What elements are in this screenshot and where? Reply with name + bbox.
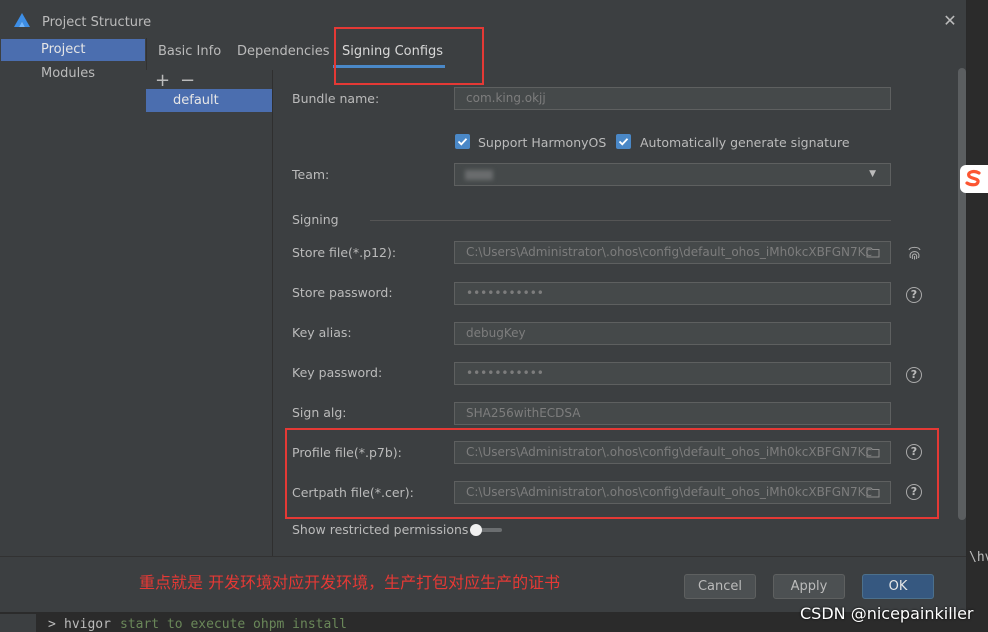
apply-button[interactable]: Apply [773, 574, 845, 599]
restricted-permissions-label: Show restricted permissions [292, 522, 469, 537]
sign-alg-label: Sign alg: [292, 405, 347, 420]
terminal-right-text: \hv [969, 550, 988, 565]
terminal-output: start to execute ohpm install [120, 617, 347, 632]
toggle-knob [470, 524, 482, 536]
nav-item-modules[interactable]: Modules [1, 63, 145, 85]
team-label: Team: [292, 167, 330, 182]
store-file-field[interactable]: C:\Users\Administrator\.ohos\config\defa… [454, 241, 891, 264]
cancel-button[interactable]: Cancel [684, 574, 756, 599]
auto-signature-label: Automatically generate signature [640, 135, 850, 150]
key-alias-field[interactable]: debugKey [454, 322, 891, 345]
signing-config-list: + − [146, 70, 273, 556]
bundle-name-field[interactable]: com.king.okjj [454, 87, 891, 110]
tab-basic-info[interactable]: Basic Info [158, 44, 221, 64]
key-password-label: Key password: [292, 365, 383, 380]
store-password-label: Store password: [292, 285, 393, 300]
check-icon [618, 138, 629, 146]
support-harmonyos-label: Support HarmonyOS [478, 135, 607, 150]
blurred-team-name [465, 170, 493, 180]
dialog-title: Project Structure [42, 15, 152, 30]
team-select[interactable]: ▼ [454, 163, 891, 186]
store-file-label: Store file(*.p12): [292, 245, 397, 260]
ok-button[interactable]: OK [862, 574, 934, 599]
auto-signature-checkbox[interactable] [616, 134, 631, 149]
csdn-watermark: CSDN @nicepainkiller [800, 604, 974, 623]
key-alias-label: Key alias: [292, 325, 352, 340]
support-harmonyos-checkbox[interactable] [455, 134, 470, 149]
config-item-default[interactable]: default [146, 89, 272, 112]
nav-item-project[interactable]: Project [1, 39, 145, 61]
bundle-name-label: Bundle name: [292, 91, 380, 106]
form-scrollbar[interactable] [958, 68, 966, 520]
chevron-down-icon: ▼ [869, 169, 876, 179]
sign-alg-field[interactable]: SHA256withECDSA [454, 402, 891, 425]
red-highlight-files [285, 428, 939, 519]
red-highlight-tab [334, 27, 484, 85]
tabs-bar: Basic Info Dependencies Signing Configs [147, 38, 966, 70]
restricted-permissions-toggle[interactable] [470, 524, 504, 536]
left-nav: Project Modules [0, 38, 147, 556]
terminal-command: hvigor [64, 617, 111, 632]
side-badge[interactable] [960, 165, 988, 193]
check-icon [457, 138, 468, 146]
remove-config-button[interactable]: − [180, 70, 195, 91]
terminal-gutter [0, 614, 36, 632]
terminal-prompt: > [48, 617, 56, 632]
key-password-field[interactable]: ••••••••••• [454, 362, 891, 385]
tab-dependencies[interactable]: Dependencies [237, 44, 330, 64]
key-password-help-icon[interactable]: ? [906, 367, 922, 383]
red-annotation-text: 重点就是 开发环境对应开发环境，生产打包对应生产的证书 [139, 573, 561, 592]
store-file-value: C:\Users\Administrator\.ohos\config\defa… [466, 245, 873, 259]
signing-section-title: Signing [292, 212, 339, 227]
signing-divider [370, 220, 891, 221]
fingerprint-icon[interactable] [906, 244, 923, 261]
csdn-s-logo-icon [965, 169, 981, 187]
store-password-help-icon[interactable]: ? [906, 287, 922, 303]
folder-icon[interactable] [866, 246, 880, 258]
store-password-field[interactable]: ••••••••••• [454, 282, 891, 305]
add-config-button[interactable]: + [155, 70, 170, 91]
close-icon[interactable]: ✕ [941, 12, 959, 30]
deveco-logo-icon [14, 13, 30, 27]
